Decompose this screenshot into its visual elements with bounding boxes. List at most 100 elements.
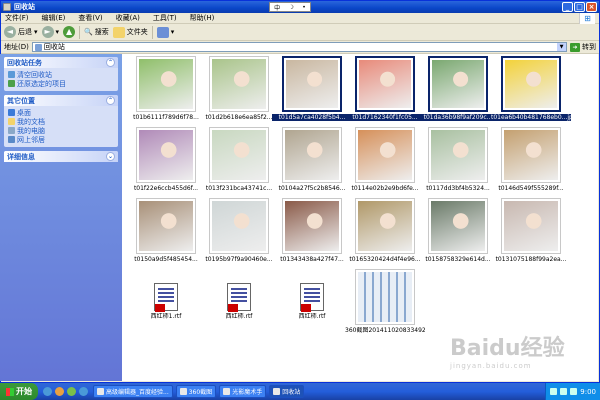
image-file-item[interactable]: t0131075188f99a2ea...	[491, 198, 571, 263]
image-file-item[interactable]: t01d2b618e6ea85f2...	[199, 56, 279, 121]
search-button[interactable]: 🔍 搜索	[84, 27, 109, 37]
up-folder-button[interactable]: ▲	[63, 26, 76, 38]
rtf-file-item[interactable]: 西红柿.rtf	[272, 269, 352, 320]
file-name-label: t01343438a427f47...	[280, 256, 344, 263]
maximize-button[interactable]: □	[574, 2, 585, 12]
image-file-item[interactable]: t01f22e6ccb455d6f...	[126, 127, 206, 192]
image-file-item[interactable]: t0165320424d4f4e96...	[345, 198, 425, 263]
image-file-item[interactable]: t01b6111f789d6f78...	[126, 56, 206, 121]
image-thumbnail	[501, 198, 561, 254]
image-file-item[interactable]: t01343438a427f47...	[272, 198, 352, 263]
panel-title: 其它位置	[7, 96, 35, 105]
go-label: 转到	[582, 43, 596, 51]
watermark: Baidu经验 jingyan.baidu.com	[450, 330, 565, 370]
image-file-item[interactable]: 360截图20141102083349281...	[345, 269, 425, 334]
thumbnail-image	[358, 272, 412, 322]
back-button[interactable]: ◄ 后退 ▾	[4, 26, 38, 38]
file-name-label: t01d7162340f1fc05...	[345, 114, 425, 121]
computer-icon	[8, 127, 15, 134]
image-file-item[interactable]: t01da36b98f9af209c...	[418, 56, 498, 121]
thumbnail-image	[285, 201, 339, 251]
rtf-file-item[interactable]: 西红柿.rtf	[199, 269, 279, 320]
image-file-item[interactable]: t01d5a7ca4028f5b4...	[272, 56, 352, 121]
system-tray: 9:00	[545, 383, 600, 400]
address-input[interactable]: 回收站 ▼	[31, 42, 567, 52]
app-icon[interactable]	[79, 387, 88, 396]
ie-icon[interactable]	[43, 387, 52, 396]
taskbar-item-recycle-bin[interactable]: 回收站	[269, 385, 305, 398]
file-name-label: t01f22e6ccb455d6f...	[133, 185, 199, 192]
image-file-item[interactable]: t013f231bca43741c...	[199, 127, 279, 192]
windows-logo-icon: ⊞	[579, 13, 595, 24]
image-file-item[interactable]: t0150a9d5f485454...	[126, 198, 206, 263]
chevron-down-icon: ▾	[170, 28, 175, 36]
restore-items-link[interactable]: 还原选定的项目	[8, 79, 114, 88]
ime-bar[interactable]: 中 ☽ •	[269, 2, 311, 12]
image-file-item[interactable]: t0104a27f5c2b8546...	[272, 127, 352, 192]
thumbnail-image	[504, 201, 558, 251]
go-button[interactable]: ➜ 转到	[570, 42, 596, 52]
recycle-bin-icon	[8, 71, 15, 78]
menu-favorites[interactable]: 收藏(A)	[116, 13, 140, 23]
image-file-item[interactable]: t01d7162340f1fc05...	[345, 56, 425, 121]
start-button[interactable]: 开始	[0, 383, 38, 400]
file-name-label: t01da36b98f9af209c...	[418, 114, 498, 121]
image-file-item[interactable]: t01ea6b40b481768eb0...jpg	[491, 56, 571, 121]
taskbar-item-editor[interactable]: 高级编辑器_百度经验...	[93, 385, 173, 398]
image-thumbnail	[501, 127, 561, 183]
forward-arrow-icon: ►	[41, 26, 54, 38]
task-label: 光影魔术手	[232, 389, 263, 396]
menu-tools[interactable]: 工具(T)	[153, 13, 177, 23]
image-file-item[interactable]: t0117dd3bf4b5324...	[418, 127, 498, 192]
address-bar: 地址(D) 回收站 ▼ ➜ 转到	[1, 41, 599, 54]
thumbnail-image	[432, 60, 484, 108]
image-file-item[interactable]: t0114e02b2e9bd6fe...	[345, 127, 425, 192]
file-name-label: t013f231bca43741c...	[205, 185, 273, 192]
app-icon	[97, 388, 104, 395]
folders-button[interactable]: 文件夹	[112, 26, 148, 38]
views-button[interactable]: ▾	[156, 26, 175, 38]
forward-button[interactable]: ► ▾	[41, 26, 59, 38]
volume-icon[interactable]	[560, 388, 568, 395]
chevron-down-icon[interactable]: ▼	[557, 43, 566, 51]
task-label: 360截图	[188, 389, 213, 396]
menu-help[interactable]: 帮助(H)	[190, 13, 215, 23]
menu-view[interactable]: 查看(V)	[78, 13, 102, 23]
panel-header[interactable]: 其它位置 ⌃	[4, 95, 118, 106]
menu-edit[interactable]: 编辑(E)	[42, 13, 66, 23]
expand-icon[interactable]: ⌄	[106, 152, 115, 161]
image-file-item[interactable]: t0195b97f9a90460e...	[199, 198, 279, 263]
file-name-label: 西红柿1.rtf	[150, 313, 182, 320]
restore-icon	[8, 80, 15, 87]
app-icon[interactable]	[55, 387, 64, 396]
file-name-label: t01ea6b40b481768eb0...jpg	[491, 114, 571, 121]
address-label: 地址(D)	[4, 43, 29, 51]
app-icon[interactable]	[67, 387, 76, 396]
task-pane: 回收站任务 ⌃ 清空回收站 还原选定的项目 其它位置 ⌃ 桌面 我的文档 我的电…	[0, 54, 122, 381]
image-file-item[interactable]: t0146d549f555289f...	[491, 127, 571, 192]
link-label: 网上邻居	[17, 135, 45, 144]
taskbar-item-screenshot[interactable]: 360截图	[175, 385, 217, 398]
panel-header[interactable]: 回收站任务 ⌃	[4, 57, 118, 68]
file-name-label: t0131075188f99a2ea...	[495, 256, 567, 263]
image-file-item[interactable]: t0158758329e614d...	[418, 198, 498, 263]
image-thumbnail	[428, 198, 488, 254]
tray-icon[interactable]	[550, 388, 558, 395]
taskbar-item-photo-editor[interactable]: 光影魔术手	[219, 385, 267, 398]
windows-logo-icon	[6, 387, 14, 396]
moon-icon[interactable]: ☽	[289, 4, 294, 11]
place-network[interactable]: 网上邻居	[8, 135, 114, 144]
minimize-button[interactable]: _	[562, 2, 573, 12]
menu-file[interactable]: 文件(F)	[5, 13, 29, 23]
title-bar[interactable]: 回收站 中 ☽ • _ □ ×	[1, 1, 599, 13]
rtf-file-item[interactable]: 西红柿1.rtf	[126, 269, 206, 320]
collapse-icon[interactable]: ⌃	[106, 96, 115, 105]
dot-icon[interactable]: •	[302, 4, 306, 11]
close-button[interactable]: ×	[586, 2, 597, 12]
thumbnail-image	[358, 201, 412, 251]
collapse-icon[interactable]: ⌃	[106, 58, 115, 67]
tray-icon[interactable]	[570, 388, 578, 395]
file-name-label: t01d2b618e6ea85f2...	[205, 114, 273, 121]
thumbnail-image	[139, 130, 193, 180]
panel-header[interactable]: 详细信息 ⌄	[4, 151, 118, 162]
